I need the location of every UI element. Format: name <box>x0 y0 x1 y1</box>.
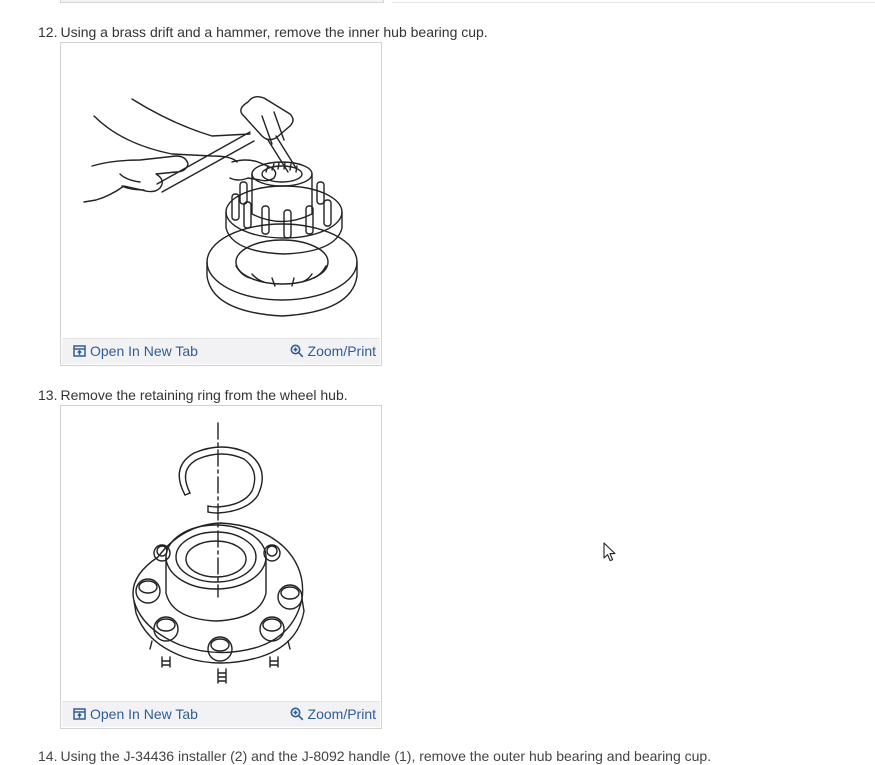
top-divider <box>392 2 875 3</box>
step-number: 13. <box>38 387 58 403</box>
previous-figure-frame <box>60 0 384 3</box>
open-in-new-tab-icon <box>73 708 86 720</box>
zoom-magnifier-icon <box>290 344 303 358</box>
zoom-print-label: Zoom/Print <box>307 706 376 722</box>
zoom-print-button[interactable]: Zoom/Print <box>290 705 376 723</box>
figure-toolbar: Open In New Tab Zoom/Print <box>62 701 380 727</box>
zoom-print-button[interactable]: Zoom/Print <box>290 342 376 360</box>
step-text: Using the J-34436 installer (2) and the … <box>60 748 712 764</box>
step-text: Using a brass drift and a hammer, remove… <box>60 24 488 40</box>
mouse-pointer-icon <box>603 542 617 567</box>
step-12: 12. Using a brass drift and a hammer, rem… <box>38 23 488 41</box>
figure-toolbar: Open In New Tab Zoom/Print <box>62 338 380 364</box>
open-in-new-tab-label: Open In New Tab <box>90 343 198 359</box>
step-text: Remove the retaining ring from the wheel… <box>60 387 348 403</box>
illustration-brass-drift-hammer[interactable] <box>62 44 380 338</box>
illustration-retaining-ring-hub[interactable] <box>62 407 380 701</box>
step-14: 14. Using the J-34436 installer (2) and t… <box>38 747 711 765</box>
figure-inner-bearing-cup-removal: Open In New Tab Zoom/Print <box>60 42 382 366</box>
zoom-magnifier-icon <box>290 707 303 721</box>
step-13: 13. Remove the retaining ring from the wh… <box>38 386 348 404</box>
figure-retaining-ring-removal: Open In New Tab Zoom/Print <box>60 405 382 729</box>
step-number: 14. <box>38 748 58 764</box>
open-in-new-tab-icon <box>73 345 86 357</box>
open-in-new-tab-button[interactable]: Open In New Tab <box>73 342 198 360</box>
zoom-print-label: Zoom/Print <box>307 343 376 359</box>
open-in-new-tab-label: Open In New Tab <box>90 706 198 722</box>
step-number: 12. <box>38 24 58 40</box>
open-in-new-tab-button[interactable]: Open In New Tab <box>73 705 198 723</box>
